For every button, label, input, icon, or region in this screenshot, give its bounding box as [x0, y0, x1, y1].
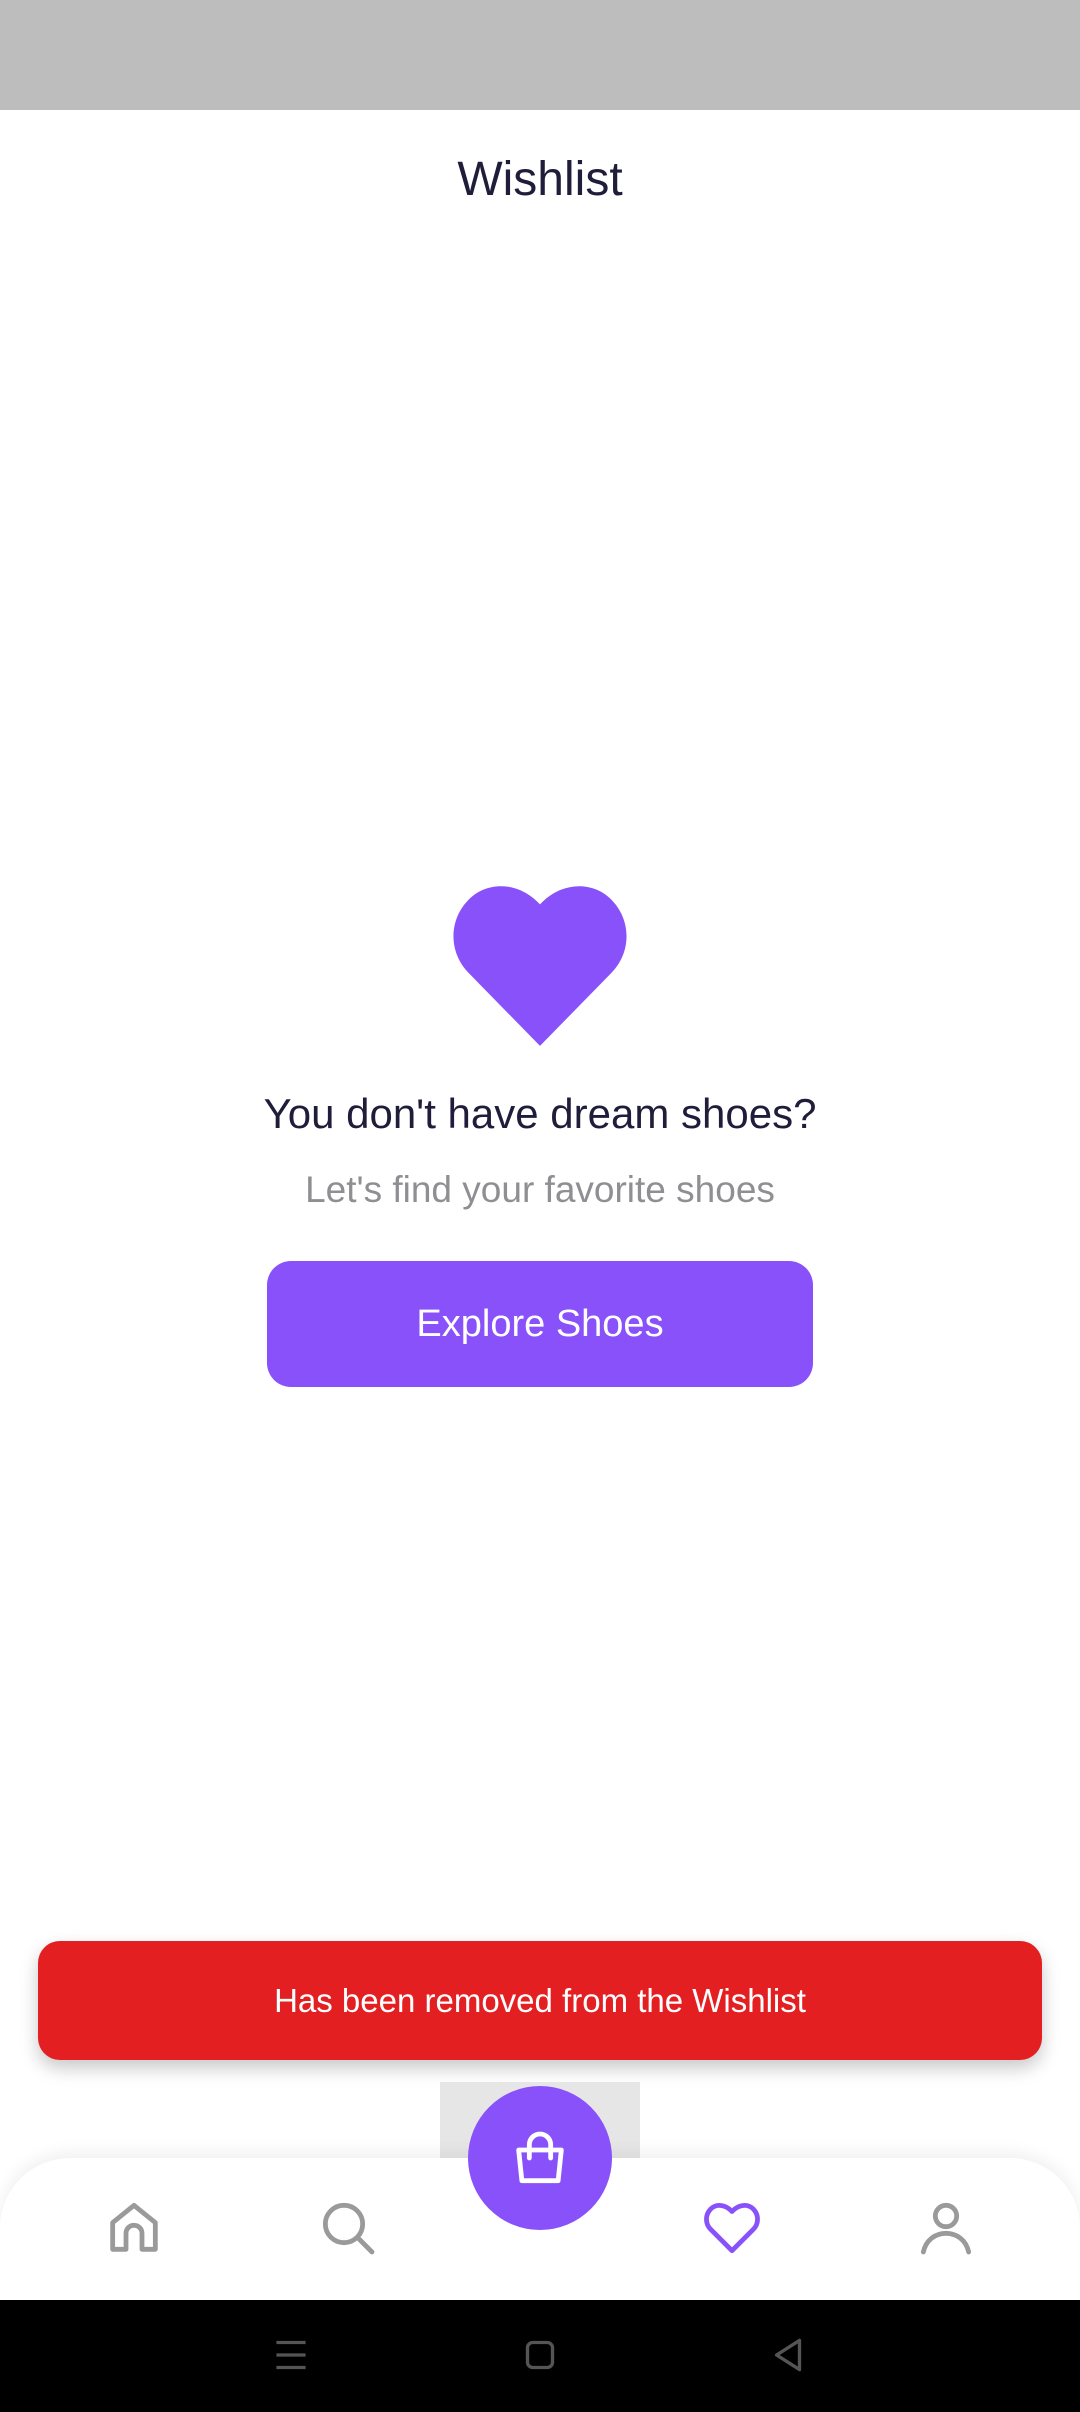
system-menu-button[interactable] [266, 2330, 316, 2380]
toast-message: Has been removed from the Wishlist [38, 1941, 1042, 2060]
shopping-bag-icon [516, 2131, 564, 2184]
home-icon [110, 2202, 158, 2252]
nav-home[interactable] [102, 2196, 166, 2260]
empty-state-subtitle: Let's find your favorite shoes [305, 1169, 775, 1210]
home-square-icon [525, 2340, 555, 2370]
page-title: Wishlist [457, 153, 623, 206]
heart-icon [704, 2203, 760, 2254]
empty-state-title: You don't have dream shoes? [263, 1090, 817, 1137]
explore-shoes-button[interactable]: Explore Shoes [267, 1261, 813, 1387]
nav-profile[interactable] [914, 2196, 978, 2260]
nav-search[interactable] [316, 2196, 380, 2260]
search-icon [322, 2202, 375, 2255]
system-back-button[interactable] [762, 2330, 812, 2380]
system-home-button[interactable] [515, 2330, 565, 2380]
user-icon [920, 2202, 972, 2255]
back-icon [774, 2338, 802, 2372]
nav-wishlist[interactable] [700, 2196, 764, 2260]
cart-button[interactable] [468, 2086, 612, 2230]
empty-state: You don't have dream shoes? Let's find y… [0, 870, 1080, 1214]
menu-icon [276, 2340, 306, 2370]
heart-icon [453, 886, 627, 1046]
status-bar [0, 0, 1080, 110]
